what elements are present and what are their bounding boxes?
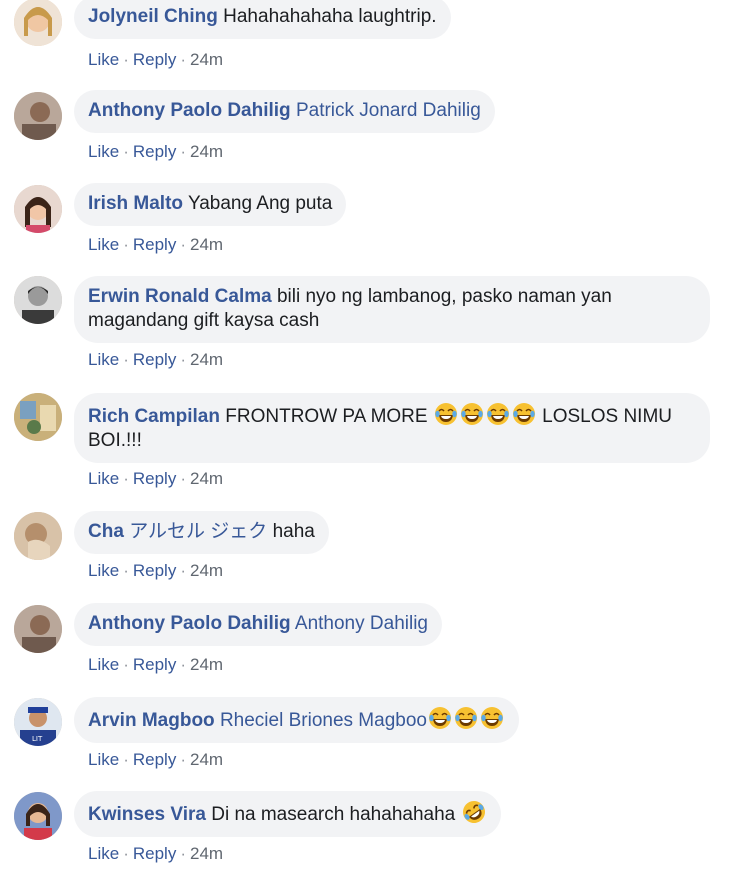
comment-bubble: Anthony Paolo Dahilig Anthony Dahilig — [74, 603, 442, 646]
like-link[interactable]: Like — [88, 750, 119, 769]
rofl-emoji-icon — [461, 800, 486, 824]
timestamp[interactable]: 24m — [190, 235, 223, 254]
reply-link[interactable]: Reply — [133, 469, 176, 488]
avatar[interactable] — [14, 276, 62, 324]
avatar[interactable] — [14, 185, 62, 233]
reply-link[interactable]: Reply — [133, 50, 176, 69]
comment-bubble: Cha アルセル ジェク haha — [74, 511, 329, 554]
comment-author[interactable]: Anthony Paolo Dahilig — [88, 613, 291, 634]
comment-text: haha — [272, 521, 315, 542]
like-link[interactable]: Like — [88, 50, 119, 69]
comment-bubble: Erwin Ronald Calma bili nyo ng lambanog,… — [74, 276, 710, 343]
svg-text:LIT: LIT — [32, 735, 43, 743]
avatar[interactable]: LIT — [14, 698, 62, 746]
comment-actions: Like · Reply · 24m — [88, 235, 224, 254]
comment-text: Hahahahahaha laughtrip. — [223, 6, 437, 27]
reply-link[interactable]: Reply — [133, 142, 176, 161]
comment-text: Di na masearch hahahahaha — [211, 804, 456, 825]
comment-actions: Like · Reply · 24m — [88, 655, 224, 674]
timestamp[interactable]: 24m — [190, 844, 223, 863]
comment-actions: Like · Reply · 24m — [88, 50, 224, 69]
comment-bubble: Jolyneil Ching Hahahahahaha laughtrip. — [74, 0, 451, 39]
avatar[interactable] — [14, 393, 62, 441]
timestamp[interactable]: 24m — [190, 142, 223, 161]
laugh-cry-emoji-icon — [480, 706, 504, 730]
comment-author[interactable]: Cha — [88, 521, 124, 542]
like-link[interactable]: Like — [88, 142, 119, 161]
comment-author[interactable]: Erwin Ronald Calma — [88, 286, 272, 307]
comment-author[interactable]: Kwinses Vira — [88, 804, 206, 825]
avatar[interactable] — [14, 512, 62, 560]
tagged-user[interactable]: Anthony Dahilig — [295, 613, 428, 634]
comment-actions: Like · Reply · 24m — [88, 350, 224, 369]
comment-bubble: Irish Malto Yabang Ang puta — [74, 183, 347, 226]
laugh-cry-emoji-icon — [486, 402, 510, 426]
reply-link[interactable]: Reply — [133, 750, 176, 769]
avatar[interactable] — [14, 792, 62, 840]
comment-actions: Like · Reply · 24m — [88, 844, 224, 863]
timestamp[interactable]: 24m — [190, 750, 223, 769]
laugh-cry-emoji-icon — [512, 402, 536, 426]
comment-author[interactable]: Irish Malto — [88, 193, 183, 214]
timestamp[interactable]: 24m — [190, 469, 223, 488]
like-link[interactable]: Like — [88, 350, 119, 369]
laugh-cry-emoji-icon — [460, 402, 484, 426]
laugh-cry-emoji-icon — [434, 402, 458, 426]
reply-link[interactable]: Reply — [133, 235, 176, 254]
comment-author[interactable]: Jolyneil Ching — [88, 6, 218, 27]
avatar[interactable] — [14, 0, 62, 46]
laugh-cry-emoji-icon — [428, 706, 452, 730]
comment-bubble: Anthony Paolo Dahilig Patrick Jonard Dah… — [74, 90, 495, 133]
like-link[interactable]: Like — [88, 561, 119, 580]
like-link[interactable]: Like — [88, 235, 119, 254]
comment-actions: Like · Reply · 24m — [88, 561, 224, 580]
comment-author[interactable]: Rich Campilan — [88, 406, 220, 427]
reply-link[interactable]: Reply — [133, 561, 176, 580]
timestamp[interactable]: 24m — [190, 655, 223, 674]
comment-author[interactable]: Arvin Magboo — [88, 710, 215, 731]
comment-text: FRONTROW PA MORE — [225, 406, 428, 427]
tagged-user[interactable]: Rheciel Briones Magboo — [220, 710, 427, 731]
laugh-cry-emoji-icon — [454, 706, 478, 730]
avatar[interactable] — [14, 605, 62, 653]
timestamp[interactable]: 24m — [190, 350, 223, 369]
comment-bubble: Kwinses Vira Di na masearch hahahahaha — [74, 791, 501, 837]
comment-author[interactable]: Anthony Paolo Dahilig — [88, 100, 291, 121]
comment-bubble: Rich Campilan FRONTROW PA MORE LOSLOS NI… — [74, 393, 710, 463]
timestamp[interactable]: 24m — [190, 50, 223, 69]
comment-text: Yabang Ang puta — [187, 193, 333, 214]
comment-actions: Like · Reply · 24m — [88, 469, 224, 488]
avatar[interactable] — [14, 92, 62, 140]
comment-actions: Like · Reply · 24m — [88, 750, 224, 769]
timestamp[interactable]: 24m — [190, 561, 223, 580]
tagged-user[interactable]: アルセル ジェク — [129, 521, 267, 542]
like-link[interactable]: Like — [88, 844, 119, 863]
reply-link[interactable]: Reply — [133, 844, 176, 863]
comment-actions: Like · Reply · 24m — [88, 142, 224, 161]
comment-bubble: Arvin Magboo Rheciel Briones Magboo — [74, 697, 519, 743]
like-link[interactable]: Like — [88, 655, 119, 674]
reply-link[interactable]: Reply — [133, 655, 176, 674]
reply-link[interactable]: Reply — [133, 350, 176, 369]
tagged-user[interactable]: Patrick Jonard Dahilig — [296, 100, 481, 121]
like-link[interactable]: Like — [88, 469, 119, 488]
